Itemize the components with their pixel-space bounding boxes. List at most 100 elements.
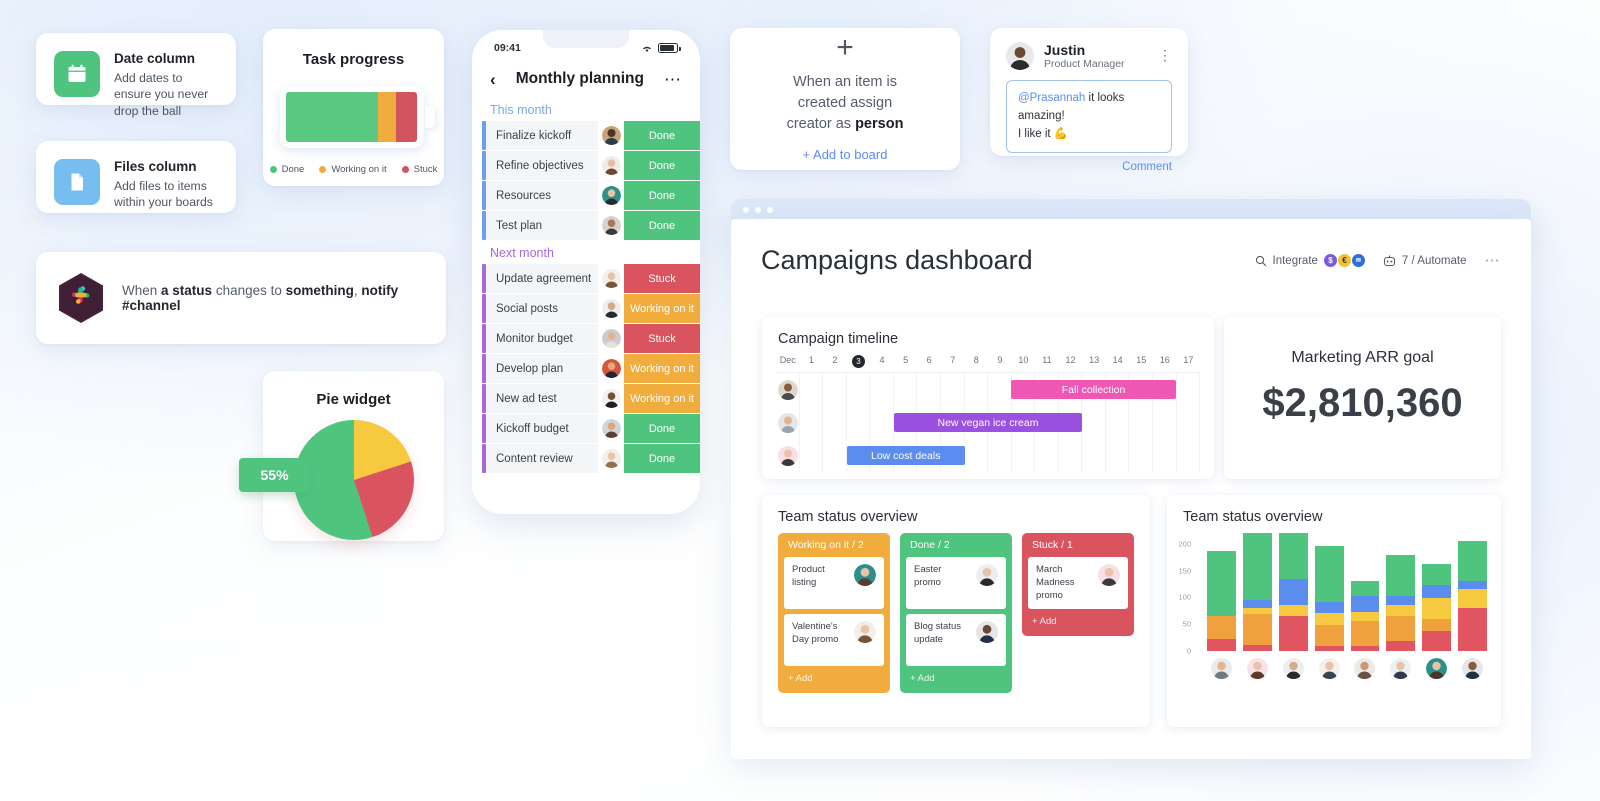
status-cell[interactable]: Done — [624, 444, 700, 473]
more-vertical-icon[interactable]: ⋮ — [1158, 48, 1172, 62]
task-row[interactable]: Develop plan Working on it — [472, 354, 700, 383]
avatar[interactable] — [598, 444, 624, 473]
avatar[interactable] — [598, 294, 624, 323]
avatar[interactable] — [598, 181, 624, 210]
bar-stack[interactable] — [1458, 540, 1487, 651]
task-row[interactable]: Refine objectives Done — [472, 151, 700, 180]
avatar[interactable] — [598, 264, 624, 293]
task-row[interactable]: New ad test Working on it — [472, 384, 700, 413]
kanban-add-button[interactable]: + Add — [784, 671, 884, 687]
timeline-bar[interactable]: Low cost deals — [846, 446, 965, 465]
window-dot-minimize[interactable] — [755, 207, 761, 213]
timeline-bar[interactable]: Fall collection — [1011, 380, 1176, 399]
bar-stack[interactable] — [1314, 546, 1344, 651]
back-chevron-icon[interactable]: ‹ — [490, 71, 496, 88]
avatar[interactable] — [598, 414, 624, 443]
avatar[interactable] — [854, 564, 876, 586]
more-horizontal-icon[interactable]: ⋯ — [1485, 253, 1502, 268]
kanban-card[interactable]: Blog status update — [906, 614, 1006, 666]
legend-item: Working on it — [319, 164, 387, 175]
comment-submit-button[interactable]: Comment — [1006, 161, 1172, 173]
avatar[interactable] — [1462, 658, 1484, 679]
bar-stack[interactable] — [1350, 581, 1380, 651]
kanban-card[interactable]: March Madness promo — [1028, 557, 1128, 609]
automation-value[interactable]: something — [286, 283, 354, 298]
task-name: Update agreement — [486, 264, 598, 293]
kanban-card[interactable]: Easter promo — [906, 557, 1006, 609]
feature-card-files-column[interactable]: Files column Add files to items within y… — [36, 141, 236, 213]
avatar[interactable] — [1006, 42, 1034, 70]
avatar[interactable] — [1354, 658, 1376, 679]
avatar[interactable] — [598, 384, 624, 413]
add-to-board-link[interactable]: + Add to board — [803, 147, 888, 162]
mention-token[interactable]: @Prasannah — [1018, 92, 1085, 104]
avatar[interactable] — [778, 412, 798, 433]
status-cell[interactable]: Done — [624, 181, 700, 210]
task-row[interactable]: Update agreement Stuck — [472, 264, 700, 293]
task-row[interactable]: Resources Done — [472, 181, 700, 210]
status-cell[interactable]: Done — [624, 121, 700, 150]
avatar[interactable] — [598, 354, 624, 383]
more-horizontal-icon[interactable]: ⋯ — [664, 71, 682, 88]
kanban-add-button[interactable]: + Add — [906, 671, 1006, 687]
kanban-card[interactable]: Product listing — [784, 557, 884, 609]
bar-stack[interactable] — [1422, 563, 1452, 651]
integration-badge-purple[interactable]: $ — [1323, 254, 1337, 267]
dashboard-window: Campaigns dashboard Integrate $ € ✉ 7 / … — [731, 219, 1531, 759]
avatar[interactable] — [1246, 658, 1268, 679]
bar-stack[interactable] — [1207, 551, 1236, 651]
avatar[interactable] — [598, 151, 624, 180]
status-cell[interactable]: Done — [624, 151, 700, 180]
plus-icon[interactable]: + — [836, 32, 854, 62]
avatar[interactable] — [1390, 658, 1412, 679]
avatar[interactable] — [976, 564, 998, 586]
avatar[interactable] — [1282, 658, 1304, 679]
task-name: Monitor budget — [486, 324, 598, 353]
campaign-timeline-widget: Campaign timeline Dec 1 2 3 4 5 6 7 8 9 … — [762, 317, 1214, 479]
task-row[interactable]: Kickoff budget Done — [472, 414, 700, 443]
timeline-bar[interactable]: New vegan ice cream — [893, 413, 1083, 432]
avatar[interactable] — [1210, 658, 1232, 679]
group-label-next-month[interactable]: Next month — [472, 241, 700, 264]
task-row[interactable]: Monitor budget Stuck — [472, 324, 700, 353]
group-label-this-month[interactable]: This month — [472, 98, 700, 121]
avatar[interactable] — [778, 379, 798, 400]
automation-recipe-card-slack[interactable]: When a status changes to something, noti… — [36, 252, 446, 344]
integrate-button[interactable]: Integrate $ € ✉ — [1255, 254, 1365, 267]
window-dot-close[interactable] — [743, 207, 749, 213]
avatar[interactable] — [598, 121, 624, 150]
window-dot-maximize[interactable] — [767, 207, 773, 213]
bar-stack[interactable] — [1386, 555, 1416, 651]
automation-trigger[interactable]: a status — [161, 283, 212, 298]
avatar[interactable] — [1318, 658, 1340, 679]
status-cell[interactable]: Working on it — [624, 294, 700, 323]
status-cell[interactable]: Stuck — [624, 264, 700, 293]
status-cell[interactable]: Stuck — [624, 324, 700, 353]
avatar[interactable] — [1098, 564, 1120, 586]
status-cell[interactable]: Working on it — [624, 354, 700, 383]
kanban-add-button[interactable]: + Add — [1028, 614, 1128, 630]
task-row[interactable]: Test plan Done — [472, 211, 700, 240]
integration-badge-yellow[interactable]: € — [1337, 254, 1351, 267]
integration-badge-blue[interactable]: ✉ — [1351, 254, 1365, 267]
feature-card-date-column[interactable]: Date column Add dates to ensure you neve… — [36, 33, 236, 118]
task-row[interactable]: Content review Done — [472, 444, 700, 473]
status-cell[interactable]: Done — [624, 414, 700, 443]
bar-stack[interactable] — [1242, 532, 1272, 651]
kanban-card-text: Blog status update — [914, 621, 961, 645]
avatar[interactable] — [854, 621, 876, 643]
avatar[interactable] — [976, 621, 998, 643]
avatar[interactable] — [778, 445, 798, 466]
comment-input-box[interactable]: @Prasannah it looks amazing! I like it 💪 — [1006, 80, 1172, 154]
bar-stack[interactable] — [1278, 533, 1308, 651]
kanban-card[interactable]: Valentine's Day promo — [784, 614, 884, 666]
avatar[interactable] — [598, 211, 624, 240]
task-row[interactable]: Finalize kickoff Done — [472, 121, 700, 150]
status-cell[interactable]: Done — [624, 211, 700, 240]
task-row[interactable]: Social posts Working on it — [472, 294, 700, 323]
automation-suggestion-card[interactable]: + When an item is created assign creator… — [730, 28, 960, 170]
status-cell[interactable]: Working on it — [624, 384, 700, 413]
avatar[interactable] — [1426, 658, 1448, 679]
avatar[interactable] — [598, 324, 624, 353]
automate-button[interactable]: 7 / Automate — [1383, 255, 1467, 267]
